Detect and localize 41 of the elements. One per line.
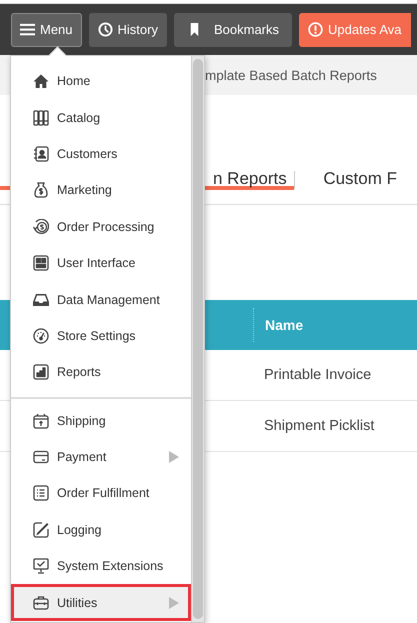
menu-item[interactable]: Store Settings [11,318,191,354]
package-icon [33,412,49,429]
layout-icon [33,255,49,272]
home-icon [33,73,49,90]
card-icon [33,449,49,466]
table-cell: Shipment Picklist [264,418,374,434]
menu-item[interactable]: Customers [11,136,191,172]
gauge-icon [33,328,49,344]
binders-icon [33,110,49,126]
menu-item[interactable]: Utilities [11,584,191,621]
menu-item[interactable]: Logging [11,512,191,548]
menu-button[interactable]: Menu [11,12,82,46]
menu-item[interactable]: Payment [11,438,191,476]
clock-icon [98,22,113,37]
menu-item[interactable]: Order Fulfillment [11,475,191,512]
menu-item[interactable]: Catalog [11,99,191,136]
history-button[interactable]: History [88,12,167,46]
breadcrumb: mplate Based Batch Reports [205,68,377,82]
alert-icon [308,22,324,37]
bar-chart-icon [33,364,49,380]
menu-item[interactable]: Data Management [11,281,191,318]
pencil-icon [33,522,49,538]
menu-item[interactable]: Marketing [11,172,191,209]
menu-item[interactable]: User Interface [11,244,191,282]
scrollbar[interactable] [191,56,204,622]
menu-item[interactable]: Shipping [11,402,191,439]
monitor-icon [33,558,49,574]
table-cell: Printable Invoice [264,367,372,383]
menu-icon [20,22,35,37]
toolbox-icon [33,594,49,611]
coin-icon [33,218,49,235]
menu-item[interactable]: Reports [11,354,191,391]
bookmark-button[interactable]: Bookmarks [174,12,292,46]
menu-item[interactable]: System Extensions [11,548,191,584]
list-icon [33,485,49,502]
menu-item[interactable]: Home [11,63,191,100]
money-bag-icon [33,182,49,198]
tab[interactable]: Custom F [323,170,417,203]
menu-item[interactable]: Order Processing [11,208,191,245]
contact-book-icon [33,146,49,162]
tray-icon [33,292,49,308]
